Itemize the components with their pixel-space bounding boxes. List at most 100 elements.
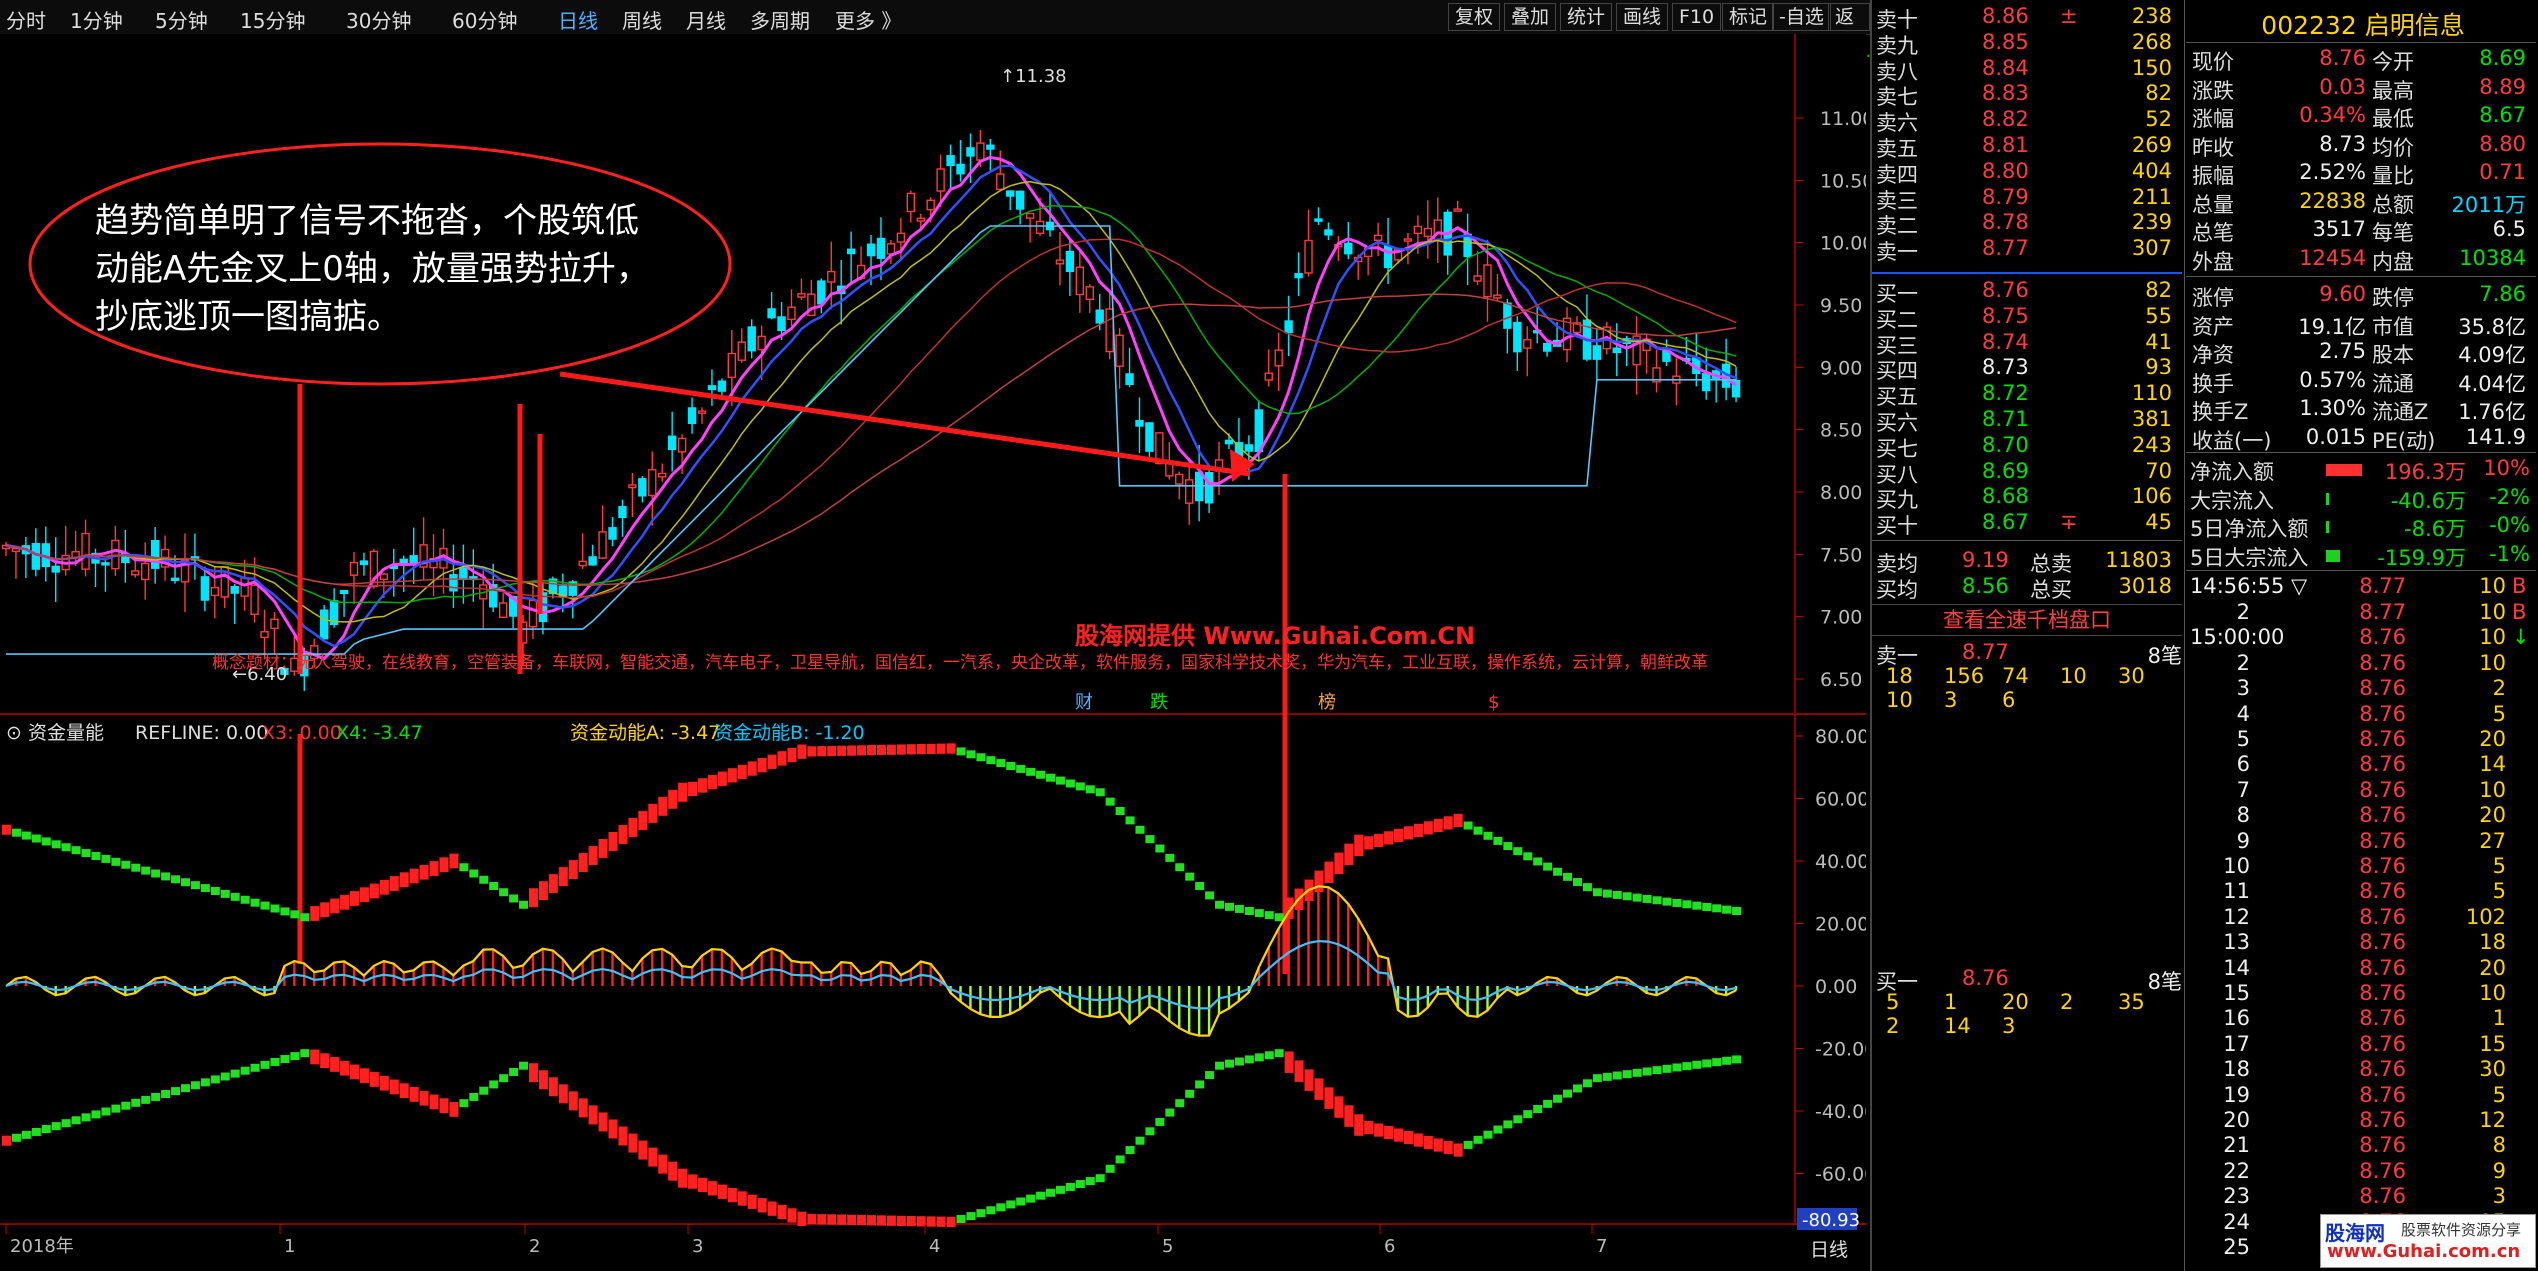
cell: 8.74 xyxy=(1982,329,2029,354)
date-tick: 5 xyxy=(1162,1236,1173,1257)
cell: 106 xyxy=(2131,484,2172,509)
cell: 3 xyxy=(2236,676,2250,701)
cell: ± xyxy=(2060,4,2078,28)
cell: 8.76 xyxy=(2359,1108,2406,1132)
stock-code: 002232 xyxy=(2261,11,2365,40)
cell: 35 xyxy=(2118,990,2145,1014)
cell: 16 xyxy=(2223,1006,2250,1031)
kline-chart[interactable]: 11.0010.5010.009.509.008.508.007.507.006… xyxy=(0,34,1866,1271)
cell: 196.3万 xyxy=(2384,460,2466,484)
period-tab-2[interactable]: 5分钟 xyxy=(155,5,208,34)
price-tick: 6.50 xyxy=(1820,669,1862,691)
cell: 5日净流入额 xyxy=(2190,517,2309,541)
cell: 10 xyxy=(2479,981,2506,1005)
high-label: ↑11.38 xyxy=(1000,66,1067,87)
stat-row: 外盘 12454 内盘 10384 xyxy=(2186,246,2536,275)
indicator-tick: 0.00 xyxy=(1815,976,1857,998)
cell: 307 xyxy=(2131,236,2172,261)
site-url: www.Guhai.com.cn xyxy=(2327,1241,2521,1262)
cell: 22 xyxy=(2223,1158,2250,1183)
cell: 8.76 xyxy=(2359,803,2406,828)
cell: 8.76 xyxy=(2359,1082,2406,1107)
queue-ask-row: 10 3 6 xyxy=(1872,688,2182,717)
cell: 8.83 xyxy=(1982,81,2029,106)
period-tab-0[interactable]: 分时 xyxy=(6,5,46,34)
period-tab-10[interactable]: 更多 》 xyxy=(835,5,901,34)
price-tick: 10.00 xyxy=(1820,233,1866,255)
price-tick: 11.00 xyxy=(1820,108,1866,130)
toolbar-button-7[interactable]: 返回 xyxy=(1828,3,1870,54)
ask-row: 卖五 8.81 269 xyxy=(1872,133,2182,162)
period-tab-9[interactable]: 多周期 xyxy=(750,5,810,34)
avg-buy-row: 买均 8.56 总买 3018 xyxy=(1872,574,2182,603)
toolbar-button-1[interactable]: 叠加 xyxy=(1504,3,1557,31)
cell: 5 xyxy=(2492,879,2506,904)
cell: 8.76 xyxy=(1982,278,2029,302)
stat-row: 昨收 8.73 均价 8.80 xyxy=(2186,132,2536,161)
cell: 8.80 xyxy=(1982,158,2029,183)
bid-row: 买二 8.75 55 xyxy=(1872,304,2182,333)
stock-header: 002232 启明信息 xyxy=(2190,6,2536,40)
period-tab-1[interactable]: 1分钟 xyxy=(70,5,123,34)
cell: 8.70 xyxy=(1982,432,2029,457)
cell: 8.76 xyxy=(2359,1006,2406,1031)
cell: ∓ xyxy=(2060,510,2078,535)
cell: 8.76 xyxy=(2359,955,2406,980)
cell: 10 xyxy=(2479,600,2506,624)
stat-row: 总笔 3517 每笔 6.5 xyxy=(2186,217,2536,246)
cell: 22838 xyxy=(2299,188,2366,213)
toolbar-button-6[interactable]: -自选 xyxy=(1772,3,1831,31)
cell: 4.09亿 xyxy=(2458,343,2526,367)
ask-row: 卖六 8.82 52 xyxy=(1872,107,2182,136)
period-tab-7[interactable]: 周线 xyxy=(622,5,662,34)
cell: -0% xyxy=(2489,513,2530,537)
stat-row: 资产 19.1亿 市值 35.8亿 xyxy=(2186,311,2536,340)
toolbar-button-2[interactable]: 统计 xyxy=(1560,3,1613,31)
period-tab-3[interactable]: 15分钟 xyxy=(240,5,305,34)
stat-row: 涨幅 0.34% 最低 8.67 xyxy=(2186,103,2536,132)
cell: 5 xyxy=(1886,990,1900,1014)
cell: B xyxy=(2512,600,2527,624)
event-badge[interactable]: $ xyxy=(1488,692,1499,713)
toolbar-button-3[interactable]: 画线 xyxy=(1616,3,1669,31)
cell: 3 xyxy=(2492,1184,2506,1209)
cell: 10 xyxy=(2479,574,2506,598)
event-badge[interactable]: 跌 xyxy=(1150,692,1168,713)
cell: 8.76 xyxy=(2359,727,2406,751)
event-badge[interactable]: 财 xyxy=(1075,692,1093,713)
cell: 8.76 xyxy=(2359,981,2406,1005)
indicator-name[interactable]: ⊙ 资金量能 xyxy=(6,722,104,744)
bid-row: 买一 8.76 82 xyxy=(1872,278,2182,307)
stat-row: 振幅 2.52% 量比 0.71 xyxy=(2186,160,2536,189)
queue-bid-row: 2 14 3 xyxy=(1872,1014,2182,1043)
cell: 74 xyxy=(2002,664,2029,688)
cell: 18 xyxy=(2479,930,2506,955)
cell: 卖一 xyxy=(1876,240,1918,265)
cell: 5 xyxy=(2492,1082,2506,1107)
cell: 8.76 xyxy=(2359,904,2406,929)
period-tab-4[interactable]: 30分钟 xyxy=(346,5,411,34)
cell: 8.77 xyxy=(2359,574,2406,598)
cell: 8.76 xyxy=(2359,650,2406,675)
event-badge[interactable]: 榜 xyxy=(1318,692,1336,713)
watermark: 股海网提供 Www.Guhai.Com.CN xyxy=(1075,622,1475,650)
cell: 6 xyxy=(2002,688,2016,712)
period-tab-8[interactable]: 月线 xyxy=(686,5,726,34)
toolbar-button-4[interactable]: F10 xyxy=(1672,3,1722,31)
cell: 2 xyxy=(1886,1014,1900,1038)
ask-row: 卖三 8.79 211 xyxy=(1872,185,2182,214)
indicator-tick: 40.00 xyxy=(1815,851,1866,873)
cell: ↓ xyxy=(2512,625,2530,650)
toolbar-button-0[interactable]: 复权 xyxy=(1448,3,1501,31)
tick-row: 14:56:55 ▽ 8.77 10 B xyxy=(2186,574,2536,603)
cell: 14:56:55 ▽ xyxy=(2190,574,2308,598)
site-watermark: 股海网 股票软件资源分享 www.Guhai.com.cn xyxy=(2320,1214,2536,1268)
depth-view-button[interactable]: 查看全速千档盘口 xyxy=(1872,604,2182,636)
cell: 18 xyxy=(2223,1057,2250,1082)
cell: 10384 xyxy=(2459,245,2526,270)
cell: 8.79 xyxy=(1982,184,2029,209)
period-tab-6[interactable]: 日线 xyxy=(558,5,598,34)
period-tab-5[interactable]: 60分钟 xyxy=(452,5,517,34)
toolbar-button-5[interactable]: 标记 xyxy=(1722,3,1775,31)
date-mode[interactable]: 日线 xyxy=(1810,1239,1848,1261)
